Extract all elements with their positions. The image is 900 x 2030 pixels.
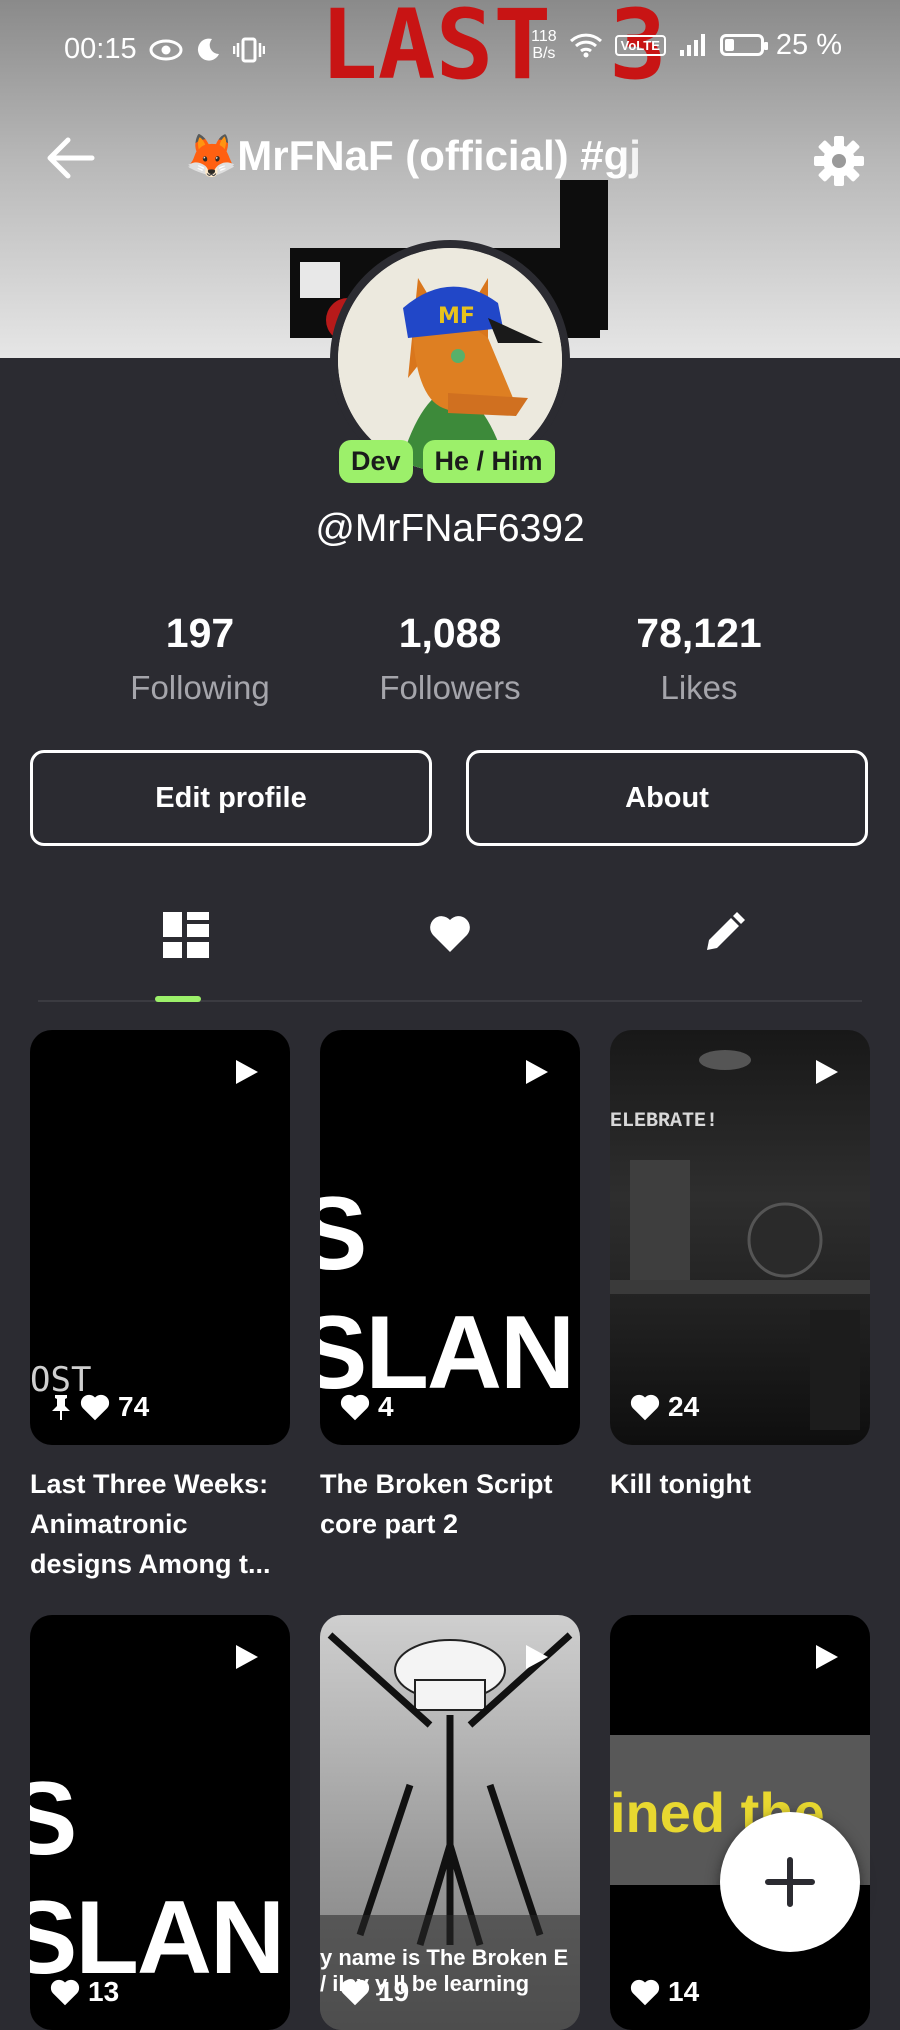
like-count: 19 bbox=[378, 1976, 410, 2007]
battery-icon bbox=[719, 34, 768, 56]
heart-icon bbox=[630, 1979, 660, 2005]
post-stats: 24 bbox=[630, 1391, 699, 1423]
status-time: 00:15 bbox=[64, 33, 137, 65]
tab-posts[interactable] bbox=[138, 900, 234, 1002]
like-count: 74 bbox=[118, 1391, 150, 1422]
status-bar: 00:15 118 B/s VoLTE 25 % bbox=[0, 0, 900, 100]
profile-tabs bbox=[38, 900, 862, 1002]
post-card[interactable]: S SLANI 4 bbox=[320, 1030, 580, 1445]
grid-icon bbox=[163, 912, 209, 958]
stat-value: 1,088 bbox=[398, 610, 502, 656]
play-icon bbox=[816, 1645, 838, 1669]
play-icon bbox=[816, 1060, 838, 1084]
net-speed: 118 B/s bbox=[531, 28, 557, 62]
vibrate-icon bbox=[232, 37, 265, 62]
post-stats: 13 bbox=[50, 1976, 119, 2008]
play-icon bbox=[236, 1645, 258, 1669]
volte-icon: VoLTE bbox=[614, 34, 666, 56]
signal-icon bbox=[679, 34, 705, 56]
post-caption[interactable]: Kill tonight bbox=[610, 1464, 870, 1504]
eye-icon bbox=[149, 39, 183, 60]
post-card[interactable]: OST 74 bbox=[30, 1030, 290, 1445]
play-icon bbox=[526, 1645, 548, 1669]
post-card[interactable]: ELEBRATE! 24 bbox=[610, 1030, 870, 1445]
stat-label: Following bbox=[130, 669, 270, 706]
wifi-icon bbox=[569, 33, 602, 58]
stat-label: Followers bbox=[379, 669, 521, 706]
badge-pronouns: He / Him bbox=[422, 440, 555, 483]
active-tab-indicator bbox=[155, 996, 201, 1002]
edit-profile-button[interactable]: Edit profile bbox=[30, 750, 432, 846]
heart-icon bbox=[80, 1394, 110, 1420]
battery-percent: 25 % bbox=[775, 28, 842, 61]
profile-badges: Dev He / Him bbox=[339, 440, 555, 483]
top-bar: 🦊MrFNaF (official) #gj bbox=[0, 118, 900, 198]
moon-icon bbox=[197, 38, 219, 61]
thumb-text: S SLANI bbox=[30, 1761, 290, 1996]
post-caption[interactable]: Last Three Weeks: Animatronic designs Am… bbox=[30, 1464, 290, 1584]
badge-dev: Dev bbox=[339, 440, 413, 483]
heart-icon bbox=[50, 1979, 80, 2005]
tab-drafts[interactable] bbox=[676, 900, 772, 1000]
post-stats: 4 bbox=[340, 1391, 394, 1423]
stat-label: Likes bbox=[660, 669, 738, 706]
pin-icon bbox=[52, 1395, 70, 1420]
like-count: 4 bbox=[378, 1391, 394, 1422]
battery-level bbox=[724, 39, 734, 51]
about-button[interactable]: About bbox=[466, 750, 868, 846]
post-card[interactable]: S SLANI 13 bbox=[30, 1615, 290, 2030]
post-card[interactable]: y name is The Broken E / ilay y ll be le… bbox=[320, 1615, 580, 2030]
page-title: 🦊MrFNaF (official) #gj bbox=[185, 132, 641, 179]
like-count: 14 bbox=[668, 1976, 700, 2007]
post-stats: 74 bbox=[50, 1391, 149, 1423]
avatar-cap-text: MF bbox=[438, 304, 475, 329]
heart-icon bbox=[430, 916, 470, 952]
thumb-text: S SLANI bbox=[320, 1176, 580, 1411]
create-post-button[interactable] bbox=[720, 1812, 860, 1952]
tab-likes[interactable] bbox=[402, 900, 498, 1000]
gear-icon[interactable] bbox=[812, 134, 866, 188]
stat-likes[interactable]: 78,121 Likes bbox=[574, 610, 824, 707]
pencil-icon bbox=[707, 912, 745, 950]
heart-icon bbox=[340, 1394, 370, 1420]
play-icon bbox=[236, 1060, 258, 1084]
like-count: 24 bbox=[668, 1391, 700, 1422]
back-arrow-icon[interactable] bbox=[44, 136, 96, 180]
like-count: 13 bbox=[88, 1976, 120, 2007]
plus-icon bbox=[765, 1857, 815, 1907]
profile-stats: 197 Following 1,088 Followers 78,121 Lik… bbox=[0, 610, 900, 720]
post-stats: 19 bbox=[340, 1976, 409, 2008]
heart-icon bbox=[630, 1394, 660, 1420]
stat-following[interactable]: 197 Following bbox=[75, 610, 325, 707]
stat-followers[interactable]: 1,088 Followers bbox=[325, 610, 575, 707]
post-caption[interactable]: The Broken Script core part 2 bbox=[320, 1464, 580, 1544]
avatar-fox-image: MF bbox=[338, 248, 562, 472]
stat-value: 78,121 bbox=[636, 610, 762, 656]
thumb-scene bbox=[610, 1050, 870, 1430]
stat-value: 197 bbox=[165, 610, 235, 656]
heart-icon bbox=[340, 1979, 370, 2005]
profile-handle: @MrFNaF6392 bbox=[315, 507, 585, 550]
post-card[interactable]: ined the 14 bbox=[610, 1615, 870, 2030]
post-stats: 14 bbox=[630, 1976, 699, 2008]
play-icon bbox=[526, 1060, 548, 1084]
